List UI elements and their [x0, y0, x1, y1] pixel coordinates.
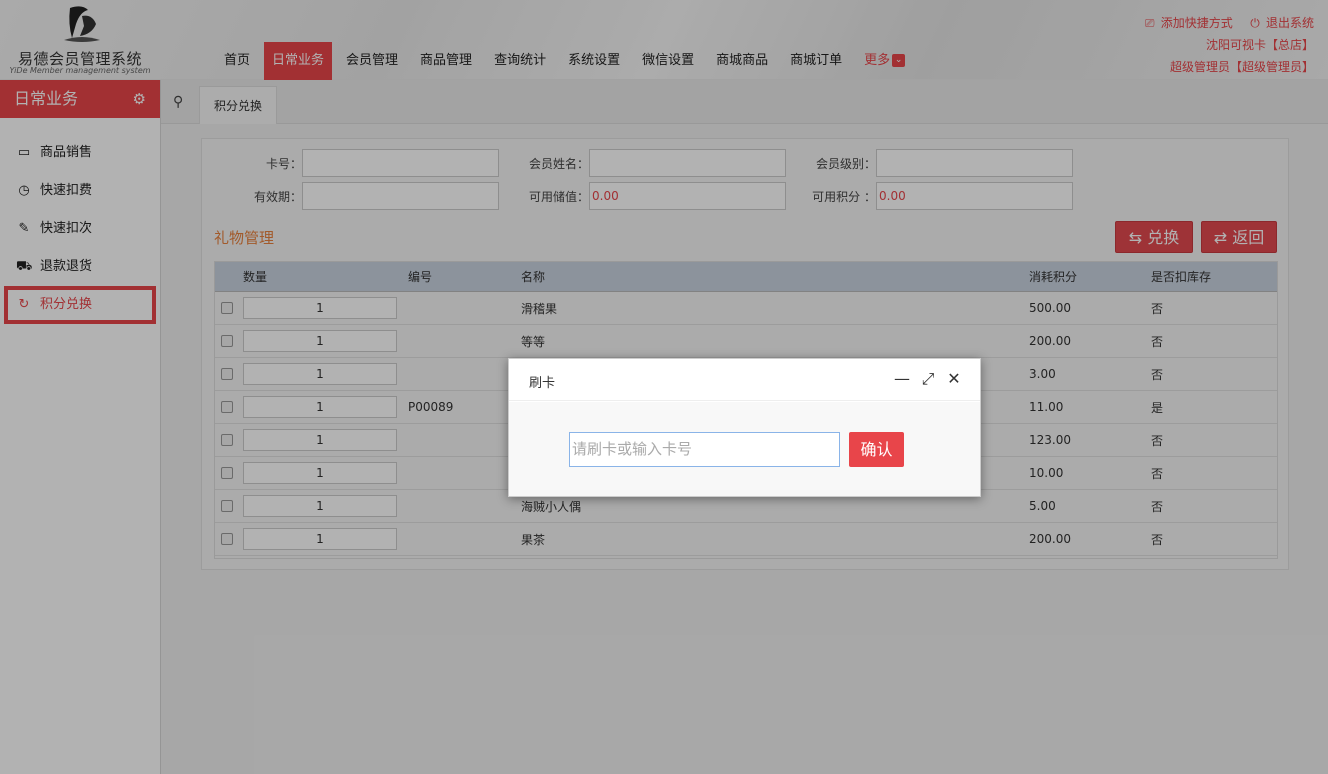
confirm-button[interactable]: 确认	[849, 432, 904, 467]
close-icon[interactable]: ✕	[946, 370, 962, 388]
dialog-title: 刷卡	[529, 376, 556, 391]
dialog-body: 请刷卡或输入卡号 确认	[509, 402, 980, 496]
swipe-card-dialog: 刷卡 — ⤢ ✕ 请刷卡或输入卡号 确认	[508, 358, 981, 497]
maximize-icon[interactable]: ⤢	[920, 370, 936, 388]
card-number-input[interactable]: 请刷卡或输入卡号	[569, 432, 840, 467]
minimize-icon[interactable]: —	[894, 370, 910, 388]
dialog-header: 刷卡 — ⤢ ✕	[509, 359, 980, 401]
dialog-controls: — ⤢ ✕	[894, 370, 962, 388]
